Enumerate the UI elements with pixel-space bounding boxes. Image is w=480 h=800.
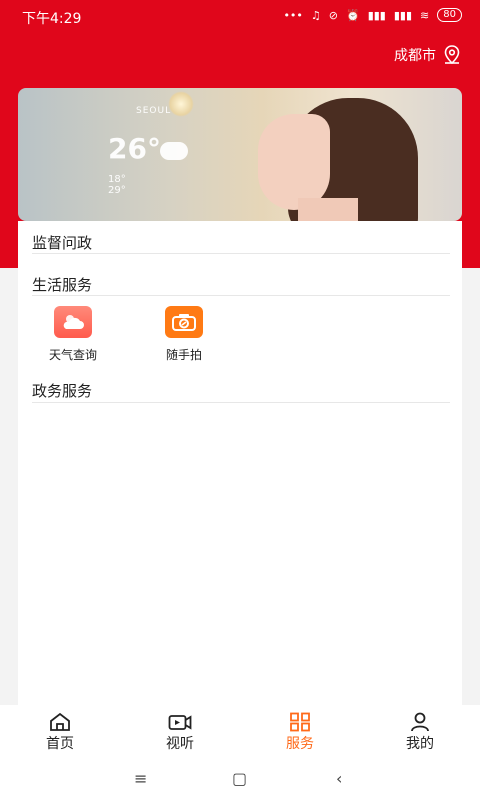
signal-icon-2: ▮▮▮ [393,8,413,22]
nav-services[interactable]: 服务 [240,705,360,759]
banner-low-text: 18° [108,174,126,185]
services-card: 监督问政 生活服务 天气查询 随手拍 政务服务 [18,221,462,705]
weather-icon [54,306,92,338]
nav-label: 视听 [166,736,194,752]
menu-icon[interactable]: ≡ [134,769,147,788]
nav-label: 我的 [406,736,434,752]
home-icon [0,711,120,733]
banner-high-text: 29° [108,185,126,196]
divider [32,402,450,403]
location-selector[interactable]: 成都市 [394,45,462,65]
banner-temp-range: 18° 29° [108,174,126,196]
user-icon [360,711,480,733]
home-square-icon[interactable]: ▢ [232,769,247,788]
weather-hologram: SEOUL 26° 18° 29° [106,106,196,206]
nav-video[interactable]: 视听 [120,705,240,759]
system-navigation-bar: ≡ ▢ ‹ [0,759,480,800]
status-time: 下午4:29 [22,11,82,27]
divider [32,295,450,296]
signal-icon: ▮▮▮ [367,8,386,22]
back-icon[interactable]: ‹ [336,769,342,788]
banner-image[interactable]: SEOUL 26° 18° 29° [18,88,462,221]
section-title-gov: 政务服务 [32,382,93,400]
service-label: 天气查询 [48,348,97,362]
nav-profile[interactable]: 我的 [360,705,480,759]
status-bar: 下午4:29 ••• ♫ ⊘ ⏰ ▮▮▮ ▮▮▮ ≋ 80 [0,0,480,32]
service-photo[interactable]: 随手拍 [139,306,229,363]
nav-label: 服务 [286,736,314,752]
service-weather[interactable]: 天气查询 [28,306,118,363]
status-icons: ••• ♫ ⊘ ⏰ ▮▮▮ ▮▮▮ ≋ 80 [283,8,462,22]
nav-label: 首页 [46,736,74,752]
divider [32,253,450,254]
camera-icon [165,306,203,338]
battery-icon: 80 [437,8,462,22]
bottom-navigation: 首页 视听 服务 我的 [0,705,480,759]
section-title-supervision[interactable]: 监督问政 [32,232,92,253]
city-label: 成都市 [394,48,436,64]
mute-icon: ⊘ [328,8,338,22]
wifi-icon: ≋ [420,8,430,22]
location-pin-icon [442,45,462,65]
section-title-life: 生活服务 [32,276,93,294]
more-dots-icon: ••• [283,8,303,22]
banner-temp-text: 26° [108,132,161,165]
alarm-icon: ⏰ [346,8,360,22]
woman-photo [258,98,418,221]
grid-icon [240,711,360,733]
service-label: 随手拍 [165,348,202,362]
video-icon [120,711,240,733]
headset-icon: ♫ [310,8,321,22]
nav-home[interactable]: 首页 [0,705,120,759]
banner-city-text: SEOUL [136,106,172,116]
cloud-icon [160,142,188,160]
